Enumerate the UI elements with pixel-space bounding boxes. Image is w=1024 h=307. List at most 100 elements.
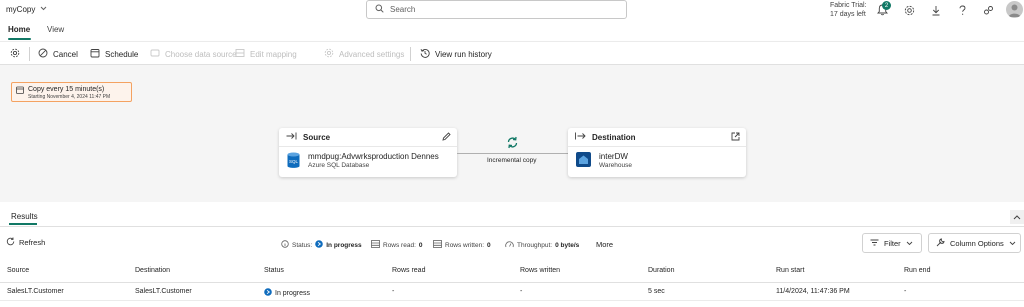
column-options-button[interactable]: Column Options — [928, 233, 1021, 253]
table-header-divider — [0, 282, 1024, 283]
destination-name: interDW — [599, 152, 628, 161]
column-header-duration[interactable]: Duration — [648, 267, 674, 274]
collapse-panel-button[interactable] — [1010, 210, 1024, 224]
destination-header-label: Destination — [592, 132, 636, 142]
throughput-label: Throughput: — [517, 241, 553, 249]
open-external-icon[interactable] — [731, 132, 740, 143]
cell-run-end: - — [904, 288, 907, 295]
status-summary: Status: In progress — [281, 240, 362, 250]
throughput-value: 0 byte/s — [555, 241, 580, 249]
tab-results[interactable]: Results — [11, 212, 38, 221]
advanced-settings-label: Advanced settings — [339, 49, 405, 59]
calendar-icon — [16, 86, 24, 96]
app-title: myCopy — [6, 5, 36, 14]
column-header-source[interactable]: Source — [7, 267, 29, 274]
schedule-label: Schedule — [105, 49, 139, 59]
advanced-settings-icon — [324, 48, 334, 60]
cancel-icon — [38, 48, 48, 60]
sync-icon — [506, 136, 519, 151]
source-type: Azure SQL Database — [308, 162, 370, 169]
results-divider — [0, 226, 1024, 227]
column-options-label: Column Options — [950, 238, 1004, 248]
refresh-icon — [6, 237, 15, 248]
trial-line2: 17 days left — [830, 11, 866, 18]
destination-node-header: Destination — [568, 128, 746, 147]
edit-mapping-button[interactable]: Edit mapping — [235, 48, 297, 60]
view-run-history-button[interactable]: View run history — [420, 48, 492, 60]
rows-written-summary: Rows written: 0 — [433, 240, 491, 250]
toolbar-divider — [410, 47, 411, 61]
rows-written-label: Rows written: — [445, 241, 485, 249]
column-header-rows-written[interactable]: Rows written — [520, 267, 560, 274]
rows-read-summary: Rows read: 0 — [371, 240, 423, 250]
cell-rows-read: - — [392, 288, 395, 295]
chevron-down-icon — [40, 6, 47, 13]
column-header-run-end[interactable]: Run end — [904, 267, 930, 274]
settings-button[interactable] — [10, 48, 20, 60]
pipeline-canvas[interactable]: Copy every 15 minute(s) Starting Novembe… — [0, 65, 1024, 205]
schedule-chip[interactable]: Copy every 15 minute(s) Starting Novembe… — [11, 82, 132, 102]
source-node[interactable]: Source SQL mmdpug:Advwrksproduction Denn… — [279, 128, 457, 177]
tab-home[interactable]: Home — [8, 25, 30, 34]
status-value: In progress — [326, 241, 362, 249]
in-progress-icon — [315, 240, 324, 250]
rows-written-value: 0 — [487, 241, 491, 249]
download-icon[interactable] — [929, 3, 943, 17]
results-panel: Results Refresh Status: In progress Rows… — [0, 202, 1024, 307]
source-arrow-icon — [286, 132, 297, 142]
schedule-button[interactable]: Schedule — [90, 48, 138, 60]
chevron-down-icon — [1009, 239, 1016, 248]
info-icon — [281, 240, 289, 250]
refresh-button[interactable]: Refresh — [6, 237, 45, 248]
column-header-status[interactable]: Status — [264, 267, 284, 274]
rows-icon — [433, 240, 442, 250]
tab-view[interactable]: View — [47, 25, 64, 34]
gauge-icon — [505, 240, 514, 250]
warehouse-icon — [576, 152, 591, 169]
advanced-settings-button[interactable]: Advanced settings — [324, 48, 404, 60]
more-button[interactable]: More — [596, 240, 613, 249]
rows-icon — [371, 240, 380, 250]
filter-label: Filter — [884, 238, 901, 248]
title-bar: myCopy Search Fabric Trial: 17 days left… — [0, 0, 1024, 22]
column-header-run-start[interactable]: Run start — [776, 267, 804, 274]
filter-button[interactable]: Filter — [862, 233, 922, 253]
schedule-chip-start: Starting November 4, 2024 11:47 PM — [28, 94, 111, 100]
toolbar: Cancel Schedule Choose data source Edit … — [0, 41, 1024, 65]
destination-type: Warehouse — [599, 162, 632, 169]
status-label: Status: — [292, 241, 313, 249]
source-node-header: Source — [279, 128, 457, 147]
search-box[interactable]: Search — [366, 0, 627, 19]
sql-database-icon: SQL — [287, 152, 300, 171]
source-node-body: SQL mmdpug:Advwrksproduction Dennes Azur… — [287, 152, 439, 171]
choose-data-source-label: Choose data source — [165, 49, 237, 59]
schedule-chip-frequency: Copy every 15 minute(s) — [28, 86, 105, 93]
destination-node[interactable]: Destination interDW Warehouse — [568, 128, 746, 177]
tab-active-indicator — [8, 38, 31, 40]
toolbar-divider — [29, 47, 30, 61]
cell-status: In progress — [264, 288, 310, 298]
avatar[interactable] — [1006, 1, 1023, 18]
choose-data-source-button[interactable]: Choose data source — [150, 48, 237, 60]
refresh-label: Refresh — [19, 238, 46, 247]
filter-icon — [870, 239, 879, 248]
tab-active-indicator — [9, 223, 37, 225]
cancel-label: Cancel — [53, 49, 78, 59]
share-people-icon[interactable] — [981, 3, 995, 17]
trial-status[interactable]: Fabric Trial: 17 days left — [830, 1, 867, 19]
help-icon[interactable] — [955, 3, 969, 17]
edit-pencil-icon[interactable] — [442, 132, 451, 143]
app-title-dropdown[interactable]: myCopy — [6, 5, 47, 14]
database-icon — [150, 48, 160, 60]
gear-icon[interactable] — [902, 3, 916, 17]
column-header-rows-read[interactable]: Rows read — [392, 267, 425, 274]
source-header-label: Source — [303, 132, 331, 142]
wrench-icon — [936, 237, 945, 249]
column-header-destination[interactable]: Destination — [135, 267, 170, 274]
rows-read-label: Rows read: — [383, 241, 416, 249]
cell-status-label: In progress — [275, 289, 311, 297]
cancel-button[interactable]: Cancel — [38, 48, 78, 60]
chevron-down-icon — [906, 239, 913, 248]
destination-arrow-icon — [575, 132, 586, 142]
table-row-divider — [0, 300, 1024, 301]
